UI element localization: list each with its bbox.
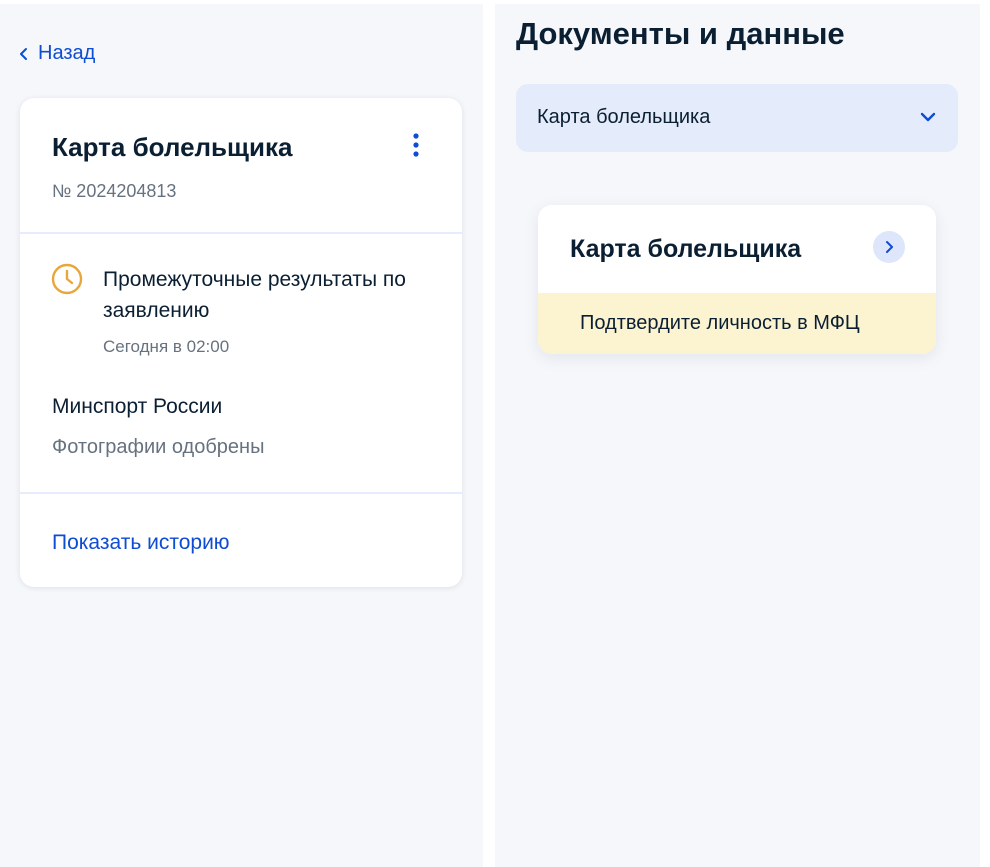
organization-status: Фотографии одобрены: [52, 436, 265, 458]
more-menu-icon[interactable]: [408, 132, 424, 158]
organization-name: Минспорт России: [52, 395, 223, 418]
application-panel: Назад Карта болельщика № 2024204813 Пром…: [0, 4, 483, 867]
chevron-right-icon: [886, 241, 893, 253]
show-history-link[interactable]: Показать историю: [52, 531, 230, 555]
divider: [20, 492, 462, 494]
document-warning-text: Подтвердите личность в МФЦ: [580, 312, 860, 334]
documents-panel: Документы и данные Карта болельщика Карт…: [495, 4, 980, 867]
back-link[interactable]: Назад: [18, 42, 95, 65]
application-card: Карта болельщика № 2024204813 Промежуточ…: [20, 98, 462, 587]
document-card[interactable]: Карта болельщика Подтвердите личность в …: [538, 205, 936, 354]
document-warning: Подтвердите личность в МФЦ: [538, 293, 936, 354]
open-document-button[interactable]: [873, 231, 905, 263]
chevron-down-icon: [920, 112, 936, 122]
application-number: № 2024204813: [52, 181, 177, 201]
status-text: Промежуточные результаты по заявлению: [103, 268, 406, 322]
select-value: Карта болельщика: [537, 106, 711, 128]
section-title: Документы и данные: [516, 16, 845, 51]
chevron-left-icon: [20, 47, 27, 60]
document-title: Карта болельщика: [570, 235, 802, 263]
back-label: Назад: [38, 42, 96, 64]
card-title: Карта болельщика: [52, 132, 293, 162]
divider: [20, 232, 462, 234]
status-time: Сегодня в 02:00: [103, 337, 230, 356]
clock-icon: [51, 263, 83, 295]
document-type-select[interactable]: Карта болельщика: [516, 84, 958, 152]
